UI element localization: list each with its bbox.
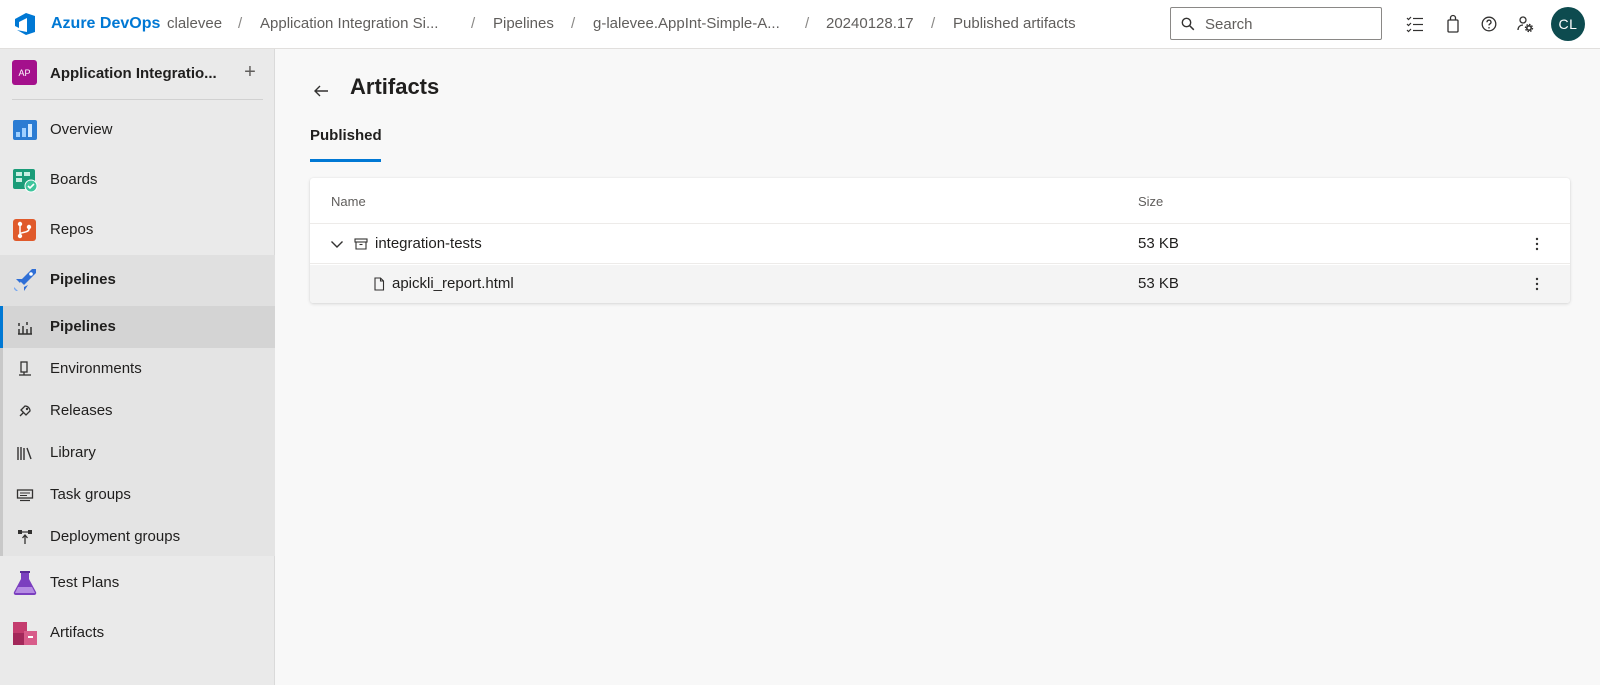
- project-header[interactable]: AP Application Integratio... +: [0, 49, 275, 101]
- sidebar-item-label: Test Plans: [50, 574, 120, 591]
- artifact-name[interactable]: integration-tests: [375, 235, 482, 252]
- user-avatar[interactable]: CL: [1551, 7, 1585, 41]
- sidebar-subitem-environments[interactable]: Environments: [0, 348, 275, 390]
- task-groups-icon: [16, 489, 34, 502]
- tab-published[interactable]: Published: [310, 127, 382, 162]
- top-bar: Azure DevOps clalevee / Application Inte…: [0, 0, 1600, 49]
- sidebar-subitem-releases[interactable]: Releases: [0, 390, 275, 432]
- breadcrumb-project[interactable]: Application Integration Si...: [260, 15, 438, 32]
- project-name[interactable]: Application Integratio...: [50, 65, 230, 82]
- sidebar-item-label: Releases: [50, 402, 113, 419]
- breadcrumb-pipeline[interactable]: g-lalevee.AppInt-Simple-A...: [593, 15, 780, 32]
- page-title: Artifacts: [350, 74, 440, 99]
- sidebar-item-test-plans[interactable]: Test Plans: [0, 558, 275, 608]
- column-header-name[interactable]: Name: [331, 194, 366, 209]
- sidebar-item-label: Environments: [50, 360, 142, 377]
- breadcrumb-separator: /: [931, 15, 936, 32]
- deployment-groups-icon: [18, 530, 32, 544]
- sidebar-subitem-pipelines[interactable]: Pipelines: [0, 306, 275, 348]
- sidebar-item-label: Boards: [50, 171, 98, 188]
- sidebar-item-label: Pipelines: [50, 271, 116, 288]
- tab-label: Published: [310, 127, 382, 144]
- sidebar-item-repos[interactable]: Repos: [0, 205, 275, 255]
- test-plans-icon: [13, 571, 37, 596]
- user-settings-icon[interactable]: [1515, 14, 1535, 34]
- breadcrumb-current[interactable]: Published artifacts: [953, 15, 1076, 32]
- sidebar-item-label: Overview: [50, 121, 113, 138]
- divider: [12, 99, 263, 100]
- pipelines-icon: [14, 269, 36, 291]
- breadcrumb-separator: /: [805, 15, 810, 32]
- breadcrumb-run[interactable]: 20240128.17: [826, 15, 914, 32]
- sidebar-item-label: Artifacts: [50, 624, 105, 641]
- boards-icon: [13, 169, 38, 193]
- file-size: 53 KB: [1138, 275, 1179, 292]
- add-icon[interactable]: +: [240, 61, 260, 84]
- more-actions-icon[interactable]: [1532, 236, 1542, 252]
- tab-active-indicator: [310, 159, 381, 162]
- more-actions-icon[interactable]: [1532, 276, 1542, 292]
- breadcrumb-separator: /: [571, 15, 576, 32]
- sidebar-item-label: Library: [50, 444, 96, 461]
- back-arrow-icon[interactable]: [312, 82, 330, 100]
- sidebar-item-label: Repos: [50, 221, 94, 238]
- search-icon: [1181, 17, 1195, 31]
- sidebar-item-boards[interactable]: Boards: [0, 155, 275, 205]
- artifacts-table: Name Size integration-tests 53 KB apickl…: [310, 178, 1570, 303]
- help-icon[interactable]: [1479, 14, 1499, 34]
- table-row[interactable]: integration-tests 53 KB: [310, 224, 1570, 264]
- overview-icon: [13, 120, 37, 140]
- task-list-icon[interactable]: [1405, 14, 1425, 34]
- sidebar-item-label: Pipelines: [50, 318, 116, 335]
- marketplace-bag-icon[interactable]: [1443, 14, 1463, 34]
- breadcrumb-separator: /: [238, 15, 243, 32]
- sidebar-item-label: Task groups: [50, 486, 131, 503]
- sidebar-subitem-library[interactable]: Library: [0, 432, 275, 474]
- sidebar-item-artifacts[interactable]: Artifacts: [0, 608, 275, 658]
- sidebar-item-pipelines[interactable]: Pipelines: [0, 255, 275, 306]
- brand-link[interactable]: Azure DevOps: [51, 15, 160, 33]
- releases-icon: [19, 405, 31, 417]
- chevron-down-icon[interactable]: [330, 237, 344, 251]
- sidebar-subitem-task-groups[interactable]: Task groups: [0, 474, 275, 516]
- azure-devops-logo-icon[interactable]: [13, 11, 39, 37]
- sidebar-item-label: Deployment groups: [50, 528, 181, 545]
- breadcrumb-org[interactable]: clalevee: [167, 15, 222, 32]
- sidebar-item-overview[interactable]: Overview: [0, 105, 275, 155]
- artifact-size: 53 KB: [1138, 235, 1179, 252]
- pipelines-sub-icon: [18, 322, 32, 335]
- library-icon: [17, 447, 32, 460]
- search-input[interactable]: [1205, 14, 1375, 34]
- file-icon: [374, 277, 385, 291]
- project-badge: AP: [12, 60, 37, 85]
- search-box[interactable]: [1170, 7, 1382, 40]
- file-name[interactable]: apickli_report.html: [392, 275, 514, 292]
- column-header-size[interactable]: Size: [1138, 194, 1163, 209]
- environments-icon: [19, 361, 31, 376]
- main-content: Artifacts Published Name Size integratio…: [276, 49, 1600, 685]
- table-header: Name Size: [310, 178, 1570, 224]
- artifact-package-icon: [354, 238, 368, 250]
- repos-icon: [13, 219, 36, 241]
- breadcrumb-pipelines[interactable]: Pipelines: [493, 15, 554, 32]
- table-row[interactable]: apickli_report.html 53 KB: [310, 265, 1570, 303]
- artifacts-icon: [13, 622, 37, 645]
- sidebar-subitem-deployment-groups[interactable]: Deployment groups: [0, 516, 275, 558]
- breadcrumb-separator: /: [471, 15, 476, 32]
- sidebar: AP Application Integratio... + Overview …: [0, 49, 275, 685]
